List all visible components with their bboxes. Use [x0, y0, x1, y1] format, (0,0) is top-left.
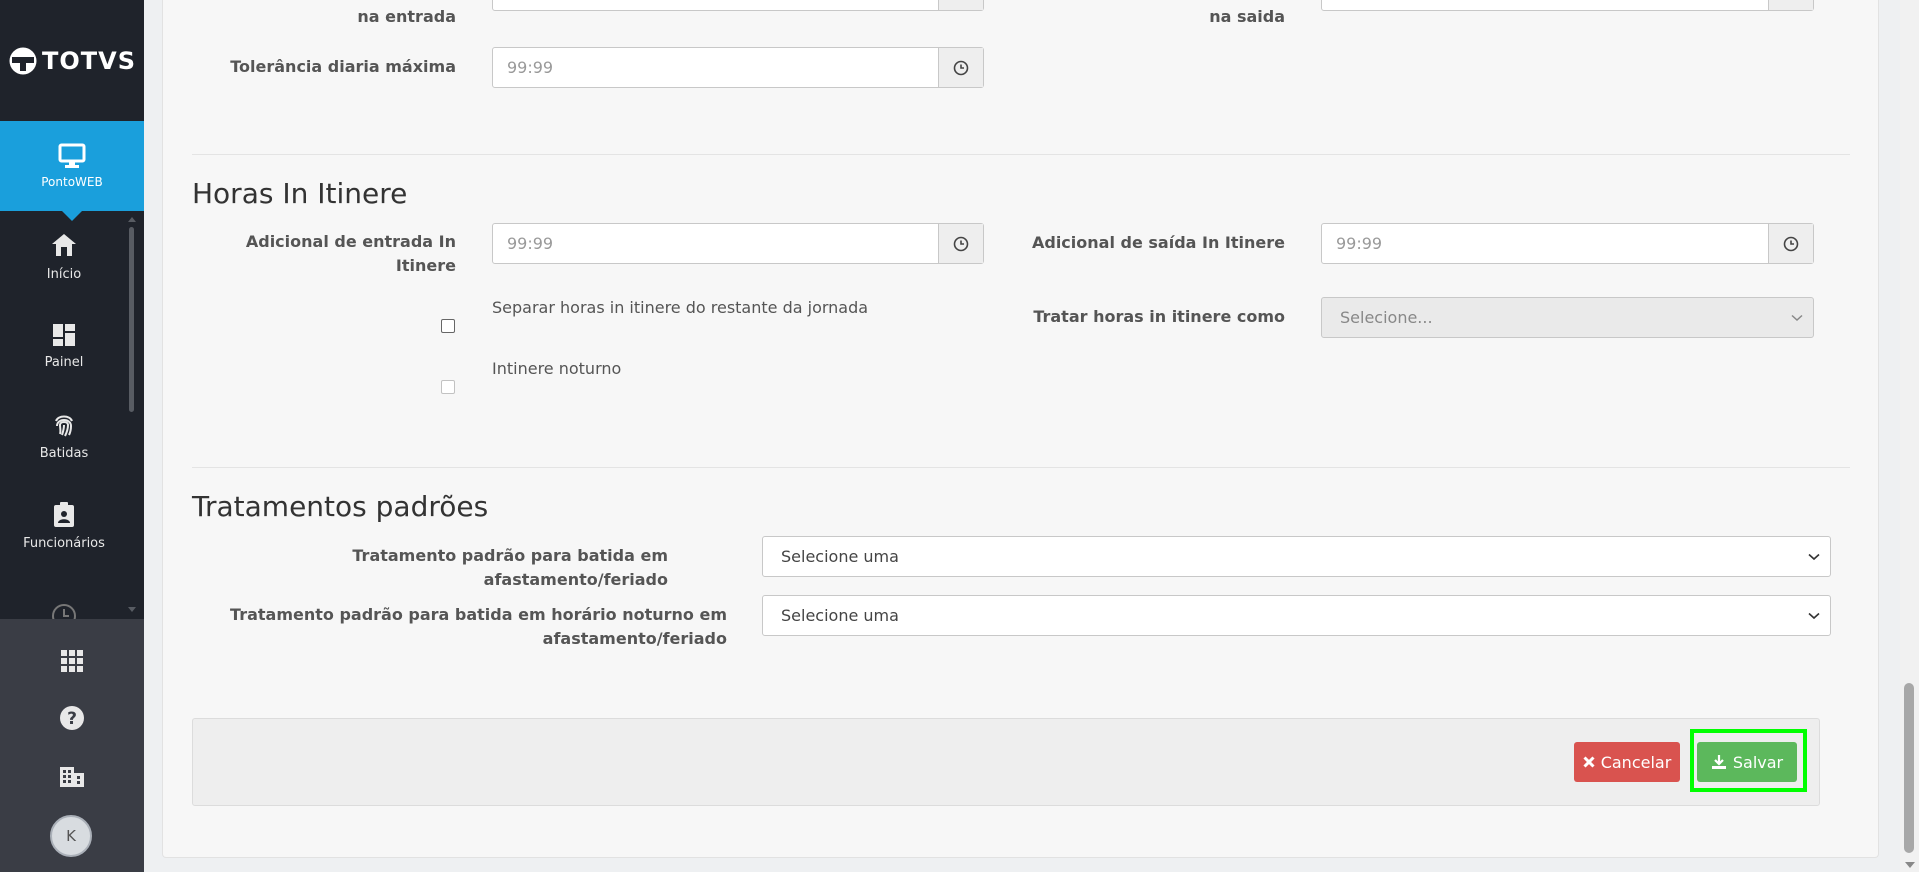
section-title-itinere: Horas In Itinere [192, 177, 408, 210]
totvs-logo-icon [9, 47, 37, 74]
separar-label: Separar horas in itinere do restante da … [492, 298, 869, 317]
close-icon [1583, 756, 1595, 768]
noturno-tratamento-label: Tratamento padrão para batida em horário… [200, 603, 727, 651]
noturno-tratamento-select-value: Selecione uma [781, 606, 899, 625]
totvs-logo[interactable]: TOTVS [0, 0, 144, 121]
tolerancia-field[interactable]: 99:99 [492, 47, 984, 88]
sidebar-item-batidas[interactable]: Batidas [0, 391, 128, 481]
sidebar-item-funcionarios[interactable]: Funcionários [0, 481, 128, 571]
entrada-itinere-label-line1: Adicional de entrada In [245, 232, 456, 251]
avatar-initial: K [66, 827, 76, 845]
sidebar-scrollbar[interactable] [128, 217, 136, 612]
separar-checkbox[interactable] [441, 319, 455, 333]
sidebar-item-label: Funcionários [23, 535, 105, 551]
partial-saida-field[interactable] [1321, 0, 1814, 11]
entrada-itinere-input[interactable]: 99:99 [493, 234, 938, 253]
noturno-tratamento-label-line1: Tratamento padrão para batida em horário… [230, 605, 727, 624]
tratar-label: Tratar horas in itinere como [1033, 307, 1285, 326]
sidebar-item-label: PontoWEB [41, 175, 103, 189]
clock-icon [52, 604, 76, 619]
partial-entrada-field[interactable] [492, 0, 984, 11]
badge-icon [54, 501, 74, 527]
help-icon[interactable]: ? [57, 703, 87, 733]
entrada-itinere-field[interactable]: 99:99 [492, 223, 984, 264]
chevron-down-icon [1808, 612, 1820, 619]
chevron-down-icon [1791, 314, 1803, 321]
clock-icon[interactable] [938, 48, 983, 87]
building-icon[interactable] [57, 761, 87, 791]
sidebar: TOTVS PontoWEB Início Painel Batidas Fun… [0, 0, 144, 872]
clock-icon[interactable] [938, 224, 983, 263]
save-button-highlight [1690, 729, 1807, 792]
divider [192, 154, 1850, 155]
noturno-tratamento-label-line2: afastamento/feriado [542, 629, 727, 648]
sidebar-item-label: Batidas [39, 445, 89, 461]
sidebar-nav-list[interactable]: Início Painel Batidas Funcionários [0, 211, 128, 619]
sidebar-item-label: Início [46, 266, 82, 282]
sidebar-item-label: Painel [44, 354, 84, 370]
tolerancia-input[interactable]: 99:99 [493, 58, 938, 77]
home-icon [52, 233, 76, 256]
sidebar-scroll-thumb[interactable] [129, 227, 134, 412]
fingerprint-icon [55, 415, 73, 436]
noturno-tratamento-select[interactable]: Selecione uma [762, 595, 1831, 636]
saida-itinere-label: Adicional de saída In Itinere [1031, 233, 1285, 252]
dashboard-icon [53, 323, 75, 346]
clock-icon[interactable] [1768, 0, 1813, 10]
avatar[interactable]: K [50, 815, 92, 857]
clock-icon[interactable] [938, 0, 983, 10]
chevron-down-icon [1808, 553, 1820, 560]
tratar-select-value: Selecione... [1340, 308, 1433, 327]
label-na-saida: na saida [1209, 7, 1285, 26]
section-title-tratamentos: Tratamentos padrões [192, 490, 489, 523]
sidebar-item-partial[interactable] [0, 571, 128, 619]
noturno-label: Intinere noturno [492, 359, 622, 378]
saida-itinere-input[interactable]: 99:99 [1322, 234, 1768, 253]
apps-grid-icon[interactable] [57, 646, 87, 676]
page-scrollbar[interactable] [1900, 0, 1919, 872]
divider [192, 467, 1850, 468]
clock-icon[interactable] [1768, 224, 1813, 263]
label-na-entrada: na entrada [357, 7, 456, 26]
sidebar-item-pontoweb[interactable]: PontoWEB [0, 121, 144, 221]
cancel-button-label: Cancelar [1600, 752, 1672, 772]
tratar-select[interactable]: Selecione... [1321, 297, 1814, 338]
tolerancia-label: Tolerância diaria máxima [230, 57, 456, 76]
page-scroll-thumb[interactable] [1904, 683, 1914, 853]
noturno-checkbox[interactable] [441, 380, 455, 394]
monitor-icon [58, 143, 86, 168]
entrada-itinere-label: Adicional de entrada In Itinere [216, 230, 456, 278]
scroll-down-arrow-icon[interactable] [128, 607, 136, 612]
svg-text:?: ? [67, 709, 77, 729]
afastamento-label: Tratamento padrão para batida em afastam… [352, 546, 668, 589]
entrada-itinere-label-line2: Itinere [395, 256, 456, 275]
brand-name: TOTVS [41, 46, 136, 75]
sidebar-item-inicio[interactable]: Início [0, 211, 128, 301]
afastamento-select[interactable]: Selecione uma [762, 536, 1831, 577]
saida-itinere-field[interactable]: 99:99 [1321, 223, 1814, 264]
scroll-down-arrow-icon[interactable] [1905, 862, 1915, 868]
afastamento-select-value: Selecione uma [781, 547, 899, 566]
sidebar-item-painel[interactable]: Painel [0, 301, 128, 391]
cancel-button[interactable]: Cancelar [1574, 742, 1680, 782]
scroll-up-arrow-icon[interactable] [128, 217, 136, 222]
